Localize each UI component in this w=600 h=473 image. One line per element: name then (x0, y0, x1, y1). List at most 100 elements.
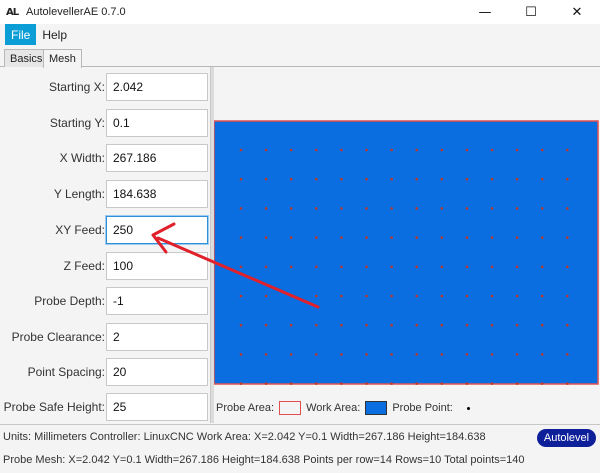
form-row-point-spacing: Point Spacing: (0, 358, 210, 386)
probe-point (566, 294, 569, 298)
probe-point (264, 353, 268, 356)
menu-bar: File Help (0, 24, 600, 45)
starting-x-input[interactable] (106, 73, 208, 101)
probe-point (566, 177, 569, 181)
probe-point (365, 148, 368, 152)
xy-feed-label: XY Feed: (55, 223, 105, 237)
probe-point (315, 323, 318, 327)
probe-point (440, 294, 444, 298)
probe-point (340, 323, 343, 327)
probe-point (239, 294, 243, 298)
z-feed-label: Z Feed: (63, 259, 105, 273)
probe-point (415, 323, 418, 327)
probe-point (540, 382, 544, 385)
probe-point (440, 382, 444, 385)
probe-point (289, 323, 293, 327)
probe-point (440, 148, 444, 152)
probe-point (390, 236, 393, 239)
menu-file[interactable]: File (5, 24, 37, 45)
probe-depth-input[interactable] (106, 287, 208, 315)
probe-point (315, 294, 318, 298)
probe-point (315, 177, 318, 181)
probe-point (465, 294, 469, 298)
probe-point (465, 323, 469, 327)
probe-point (289, 382, 293, 385)
status-line-units: Units: Millimeters Controller: LinuxCNC … (3, 431, 486, 443)
probe-point (440, 265, 444, 269)
form-row-probe-safe-height: Probe Safe Height: (0, 393, 210, 421)
close-button[interactable]: ✕ (554, 0, 600, 24)
mesh-preview-canvas (214, 120, 599, 385)
mesh-preview (214, 67, 600, 393)
probe-point (465, 177, 469, 181)
probe-point (315, 265, 318, 269)
work-area-rect (214, 120, 599, 385)
form-row-probe-depth: Probe Depth: (0, 287, 210, 315)
probe-point (566, 323, 569, 327)
probe-point (390, 265, 393, 269)
probe-point (289, 294, 293, 298)
autolevel-button[interactable]: Autolevel (537, 429, 596, 447)
probe-point (289, 265, 293, 269)
tab-mesh[interactable]: Mesh (43, 49, 82, 68)
probe-point (390, 207, 393, 210)
probe-point (340, 382, 343, 385)
probe-point (239, 236, 243, 239)
window-controls: — ☐ ✕ (462, 0, 600, 24)
probe-point (315, 353, 318, 356)
status-separator (0, 424, 600, 425)
probe-point (440, 207, 444, 210)
y-length-input[interactable] (106, 180, 208, 208)
probe-point (540, 148, 544, 152)
probe-point (390, 382, 393, 385)
probe-point (289, 353, 293, 356)
probe-point (415, 382, 418, 385)
probe-point (540, 207, 544, 210)
probe-point (340, 265, 343, 269)
probe-point (239, 353, 243, 356)
minimize-button[interactable]: — (462, 0, 508, 24)
probe-point (340, 236, 343, 239)
maximize-button[interactable]: ☐ (508, 0, 554, 24)
probe-point (540, 177, 544, 181)
starting-x-label: Starting X: (48, 80, 105, 94)
probe-point (515, 382, 519, 385)
menu-help[interactable]: Help (36, 24, 73, 45)
probe-point (315, 236, 318, 239)
probe-point (289, 177, 293, 181)
probe-point (239, 177, 243, 181)
probe-safe-height-input[interactable] (106, 393, 208, 421)
probe-point (515, 177, 519, 181)
point-spacing-input[interactable] (106, 358, 208, 386)
status-line-probe-mesh: Probe Mesh: X=2.042 Y=0.1 Width=267.186 … (3, 454, 525, 466)
probe-point (340, 353, 343, 356)
starting-y-input[interactable] (106, 109, 208, 137)
point-spacing-label: Point Spacing: (27, 365, 105, 379)
work-area-swatch (365, 401, 388, 415)
probe-point-swatch (466, 406, 470, 410)
z-feed-input[interactable] (106, 252, 208, 280)
probe-point (340, 207, 343, 210)
starting-y-label: Starting Y: (49, 116, 105, 130)
probe-point (465, 353, 469, 356)
xy-feed-input[interactable] (106, 216, 208, 244)
probe-point (465, 265, 469, 269)
tab-basics[interactable]: Basics (4, 49, 49, 67)
probe-point (289, 148, 293, 152)
probe-clearance-input[interactable] (106, 323, 208, 351)
probe-point (515, 207, 519, 210)
form-row-starting-y: Starting Y: (0, 109, 210, 137)
probe-point (390, 323, 393, 327)
probe-point (490, 353, 494, 356)
form-row-probe-clearance: Probe Clearance: (0, 323, 210, 351)
y-length-label: Y Length: (53, 187, 105, 201)
app-logo-icon: AL (6, 6, 19, 18)
probe-point (465, 207, 469, 210)
probe-point (566, 207, 569, 210)
probe-point (365, 177, 368, 181)
probe-point (490, 207, 494, 210)
probe-point (415, 207, 418, 210)
probe-point (415, 265, 418, 269)
x-width-input[interactable] (106, 144, 208, 172)
probe-depth-label: Probe Depth: (34, 294, 105, 308)
